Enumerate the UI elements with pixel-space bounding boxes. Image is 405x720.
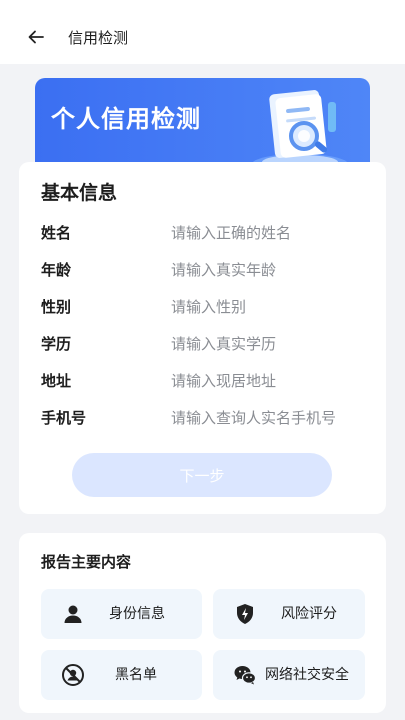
address-input[interactable] <box>171 367 371 394</box>
name-input[interactable] <box>171 219 371 246</box>
banner-title: 个人信用检测 <box>51 105 201 133</box>
name-label: 姓名 <box>41 223 72 242</box>
report-item-blacklist: 黑名单 <box>41 650 202 700</box>
gender-input[interactable] <box>171 293 371 320</box>
back-button[interactable] <box>26 27 46 47</box>
education-input[interactable] <box>171 330 371 357</box>
phone-label: 手机号 <box>41 408 87 427</box>
age-row: 年龄 <box>19 251 386 288</box>
report-item-label: 网络社交安全 <box>265 667 349 683</box>
wechat-icon <box>234 666 257 685</box>
address-label: 地址 <box>41 371 72 390</box>
shield-bolt-icon <box>237 604 253 624</box>
report-item-label: 身份信息 <box>109 606 165 622</box>
age-label: 年龄 <box>41 260 72 279</box>
phone-row: 手机号 <box>19 399 386 436</box>
page-title: 信用检测 <box>68 29 129 47</box>
credit-check-banner: 个人信用检测 <box>35 78 370 174</box>
document-magnifier-illustration <box>252 90 348 174</box>
person-icon <box>64 605 82 623</box>
report-item-label: 黑名单 <box>115 667 157 683</box>
basic-info-card: 基本信息 姓名 年龄 性别 学历 地址 手机号 下一步 <box>19 162 386 514</box>
age-input[interactable] <box>171 256 371 283</box>
arrow-left-icon <box>28 30 44 44</box>
address-row: 地址 <box>19 362 386 399</box>
report-item-label: 风险评分 <box>281 606 337 622</box>
blacklist-user-icon <box>62 664 84 686</box>
education-label: 学历 <box>41 334 72 353</box>
phone-input[interactable] <box>171 404 371 431</box>
gender-row: 性别 <box>19 288 386 325</box>
report-item-social-security: 网络社交安全 <box>213 650 365 700</box>
name-row: 姓名 <box>19 214 386 251</box>
top-nav-bar: 信用检测 <box>0 0 405 64</box>
report-item-identity: 身份信息 <box>41 589 202 639</box>
gender-label: 性别 <box>41 297 72 316</box>
basic-info-title: 基本信息 <box>41 182 118 204</box>
education-row: 学历 <box>19 325 386 362</box>
report-item-risk-score: 风险评分 <box>213 589 365 639</box>
report-contents-card: 报告主要内容 身份信息 风险评分 黑名单 网络社交安全 <box>19 533 386 713</box>
report-contents-title: 报告主要内容 <box>41 553 132 571</box>
next-step-button[interactable]: 下一步 <box>72 453 332 497</box>
